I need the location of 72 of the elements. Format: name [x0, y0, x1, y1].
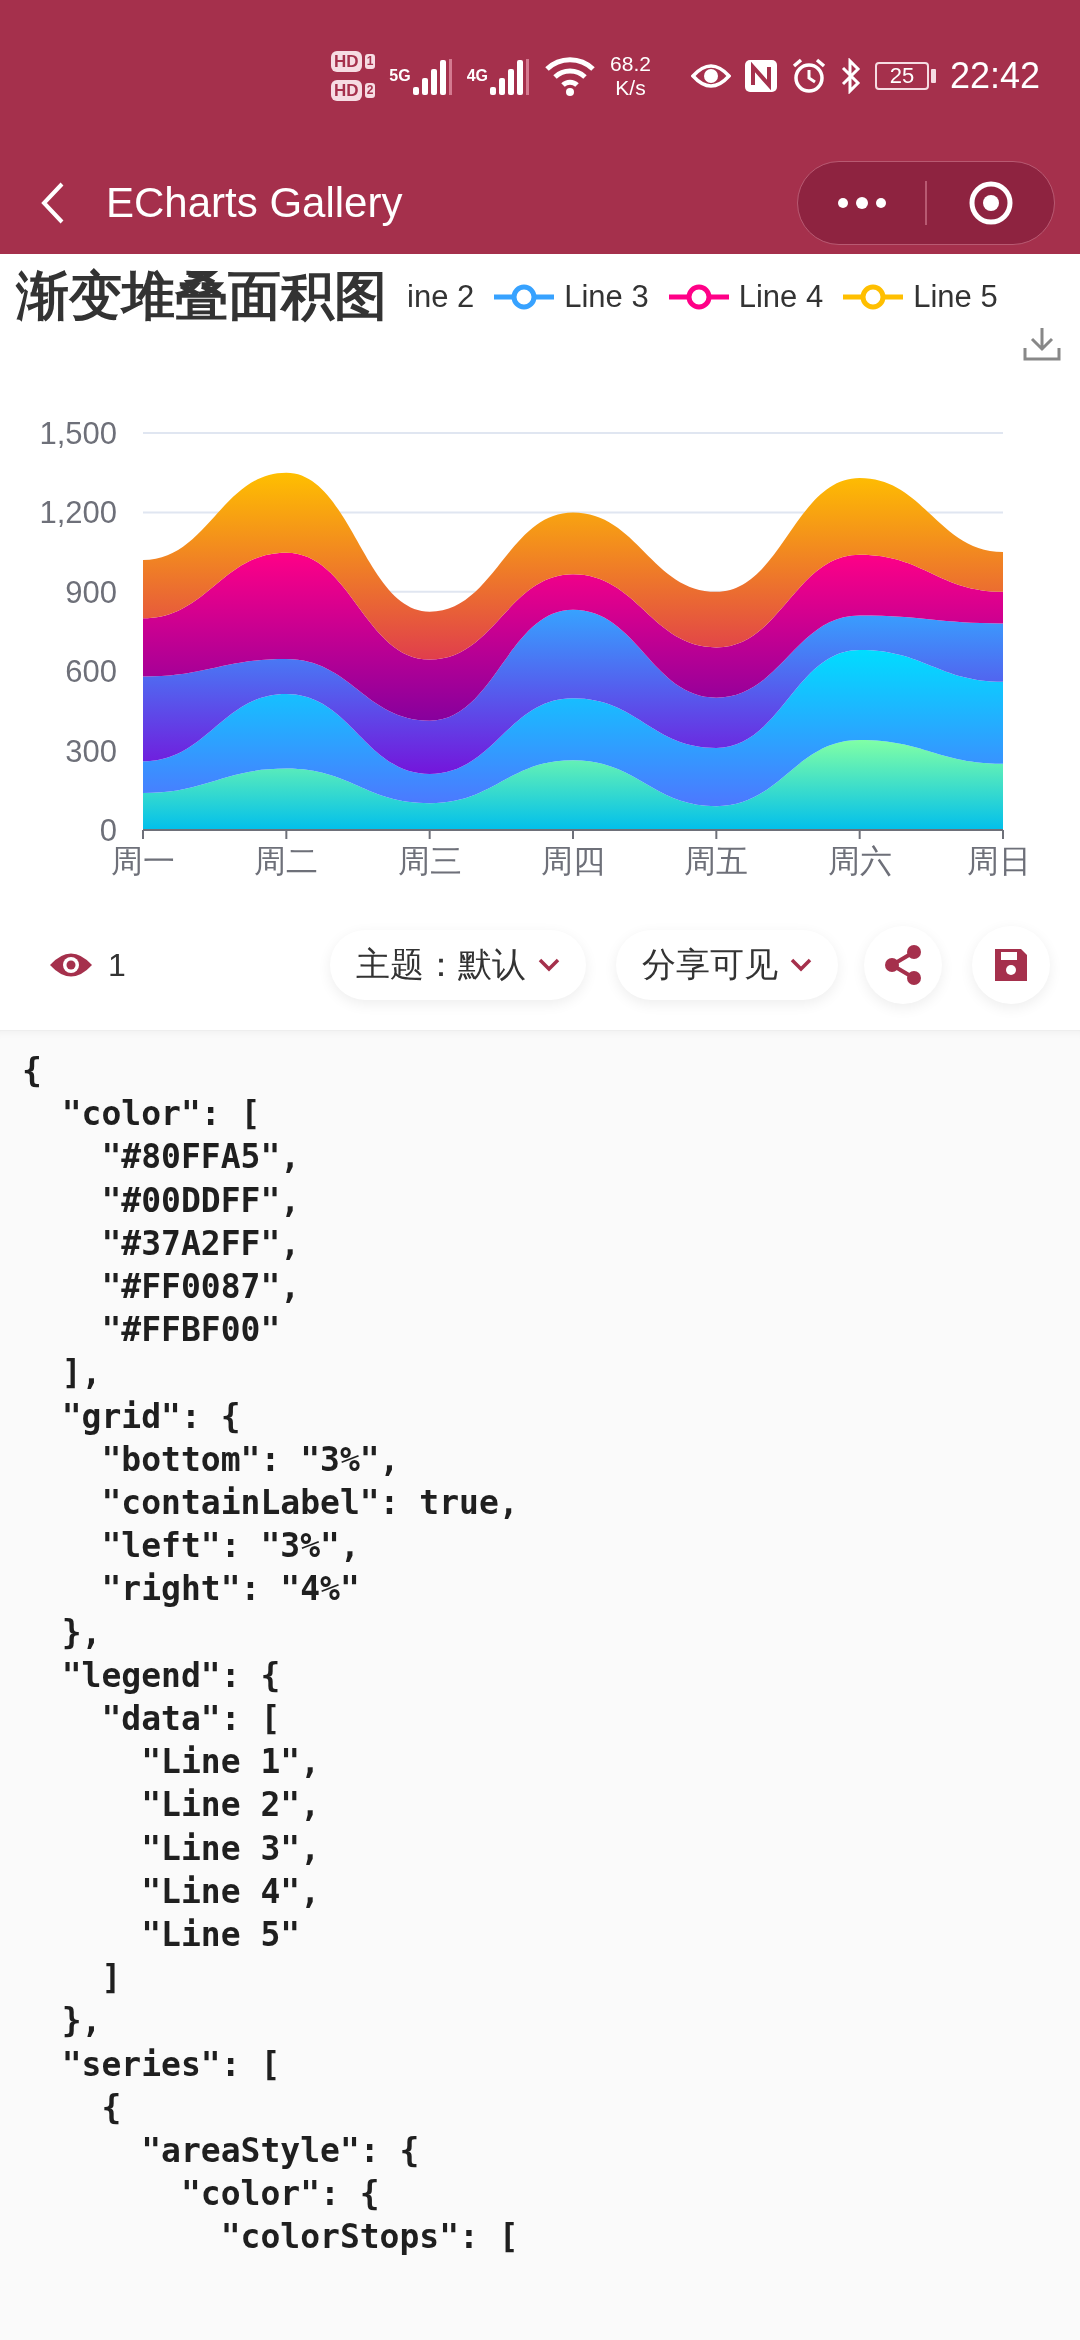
axis-label: 900 — [65, 574, 117, 610]
signal-icon — [412, 57, 453, 95]
network-label: 5G — [389, 67, 411, 85]
legend-item[interactable]: ine 2 — [407, 279, 475, 315]
chart-title: 渐变堆叠面积图 — [16, 265, 387, 327]
code-line: "grid": { — [60, 1395, 241, 1438]
code-line: "#80FFA5", — [100, 1136, 301, 1179]
code-line: "color": { — [179, 2173, 380, 2216]
code-line: "Line 3", — [140, 1827, 320, 1870]
bluetooth-icon — [840, 58, 861, 94]
signal-icon — [490, 57, 531, 95]
sim-slot-badge: 2 — [364, 83, 376, 98]
code-line: "Line 5" — [140, 1914, 301, 1957]
code-line: "legend": { — [60, 1654, 281, 1697]
code-line: "containLabel": true, — [100, 1482, 519, 1525]
battery-tip-icon — [930, 69, 936, 83]
hd-badge: HD — [331, 51, 362, 72]
legend-label[interactable]: Line 3 — [564, 279, 649, 315]
theme-dropdown[interactable]: 主题：默认 — [330, 930, 586, 1000]
axis-label: 600 — [65, 654, 117, 690]
page-title: ECharts Gallery — [106, 179, 404, 227]
code-line: "data": [ — [100, 1698, 281, 1741]
code-line: { — [22, 1050, 42, 1092]
clock: 22:42 — [949, 55, 1040, 97]
battery-level: 25 — [874, 62, 929, 90]
download-icon[interactable] — [1022, 326, 1062, 362]
code-line: "Line 1", — [140, 1741, 320, 1784]
visibility-dropdown[interactable]: 分享可见 — [616, 930, 838, 1000]
eye-icon — [690, 62, 731, 90]
code-line: }, — [60, 1611, 102, 1654]
axis-label: 周四 — [541, 842, 605, 880]
code-line: "color": [ — [60, 1093, 261, 1136]
code-line: "colorStops": [ — [219, 2216, 519, 2259]
axis-label: 周五 — [684, 842, 749, 880]
code-line: "#37A2FF", — [100, 1222, 301, 1265]
code-line: "#FF0087", — [100, 1266, 301, 1308]
net-speed: 68.2 — [610, 52, 651, 76]
net-speed-unit: K/s — [615, 76, 646, 100]
code-line: "series": [ — [60, 2043, 281, 2086]
caret-icon — [790, 958, 812, 972]
code-line: "#00DDFF", — [100, 1179, 301, 1222]
code-line: "Line 4", — [140, 1870, 320, 1913]
axis-label: 周三 — [397, 842, 462, 880]
code-line: "#FFBF00" — [100, 1309, 281, 1352]
more-icon[interactable] — [836, 197, 887, 209]
axis-label: 300 — [65, 733, 117, 769]
alarm-icon — [790, 58, 827, 94]
back-icon[interactable] — [40, 181, 66, 225]
axis-label: 周日 — [967, 842, 1031, 880]
share-icon — [883, 944, 923, 986]
caret-icon — [538, 958, 560, 972]
code-line: "Line 2", — [140, 1784, 320, 1827]
axis-label: 1,200 — [39, 495, 117, 531]
sim-slot-badge: 1 — [364, 54, 376, 69]
legend-label[interactable]: Line 5 — [913, 279, 998, 315]
code-line: }, — [60, 2000, 102, 2043]
axis-label: 周六 — [827, 842, 892, 880]
code-line: "right": "4%" — [100, 1568, 360, 1611]
hd-badge: HD — [331, 80, 362, 101]
code-line: { — [100, 2086, 122, 2129]
code-line: "bottom": "3%", — [100, 1438, 400, 1481]
nfc-icon — [744, 60, 777, 92]
code-line: ], — [60, 1352, 102, 1395]
axis-label: 周二 — [254, 842, 319, 880]
code-line: "left": "3%", — [100, 1525, 360, 1568]
wifi-icon — [544, 55, 597, 97]
legend-label[interactable]: Line 4 — [738, 279, 824, 315]
code-line: "areaStyle": { — [140, 2130, 420, 2173]
code-line: ] — [100, 1957, 122, 2000]
network-label: 4G — [466, 67, 489, 85]
axis-label: 1,500 — [39, 416, 117, 451]
view-count: 1 — [108, 946, 126, 984]
